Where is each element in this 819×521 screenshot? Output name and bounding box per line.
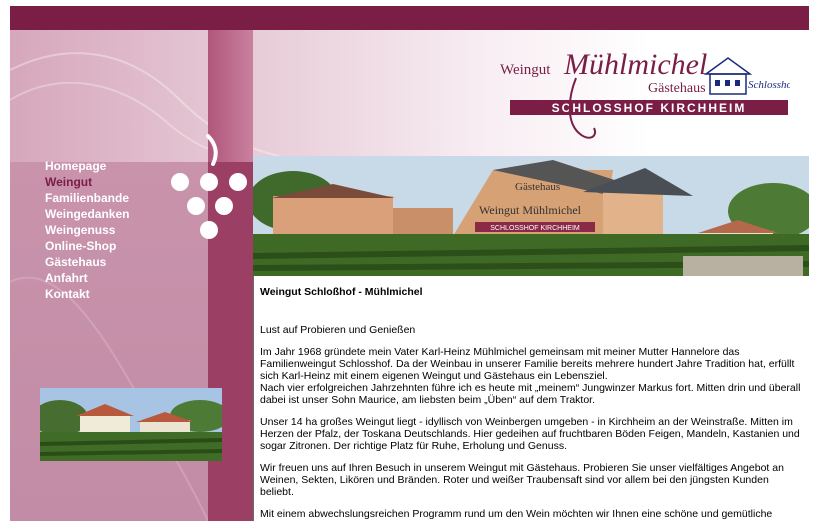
grape-icon (171, 134, 247, 239)
content-paragraph: Nach vier erfolgreichen Jahrzehnten führ… (260, 382, 801, 406)
content-paragraph: Unser 14 ha großes Weingut liegt - idyll… (260, 416, 800, 452)
nav-item-homepage[interactable]: Homepage (45, 158, 129, 174)
banner-sign-schlosshof: SCHLOSSHOF KIRCHHEIM (490, 225, 580, 232)
logo-name-text: Mühlmichel (563, 48, 707, 81)
brand-logo[interactable]: Weingut Mühlmichel Gästehaus Schlosshof … (498, 38, 790, 144)
top-bar (10, 6, 809, 30)
page-frame: Homepage Weingut Familienbande Weingedan… (10, 6, 809, 521)
nav-item-weingenuss[interactable]: Weingenuss (45, 222, 129, 238)
decorative-swirl (10, 52, 310, 162)
logo-weingut-text: Weingut (500, 62, 551, 78)
logo-banner-text: SCHLOSSHOF KIRCHHEIM (552, 101, 747, 115)
logo-gaestehaus-text: Gästehaus (648, 81, 706, 96)
banner-sign-weingut: Weingut Mühlmichel (479, 203, 582, 217)
page-title: Weingut Schloßhof - Mühlmichel (260, 286, 423, 298)
house-icon (703, 57, 753, 95)
content-paragraph: Im Jahr 1968 gründete mein Vater Karl-He… (260, 346, 795, 382)
nav-item-online-shop[interactable]: Online-Shop (45, 238, 129, 254)
main-navigation: Homepage Weingut Familienbande Weingedan… (45, 158, 129, 302)
winery-banner-photo: Gästehaus Weingut Mühlmichel SCHLOSSHOF … (253, 156, 809, 276)
content-subtitle: Lust auf Probieren und Genießen (260, 324, 416, 336)
content-paragraph: Mit einem abwechslungsreichen Programm r… (260, 508, 773, 520)
vineyard-house-photo (40, 388, 222, 461)
nav-item-kontakt[interactable]: Kontakt (45, 286, 129, 302)
logo-schlosshof-script: Schlosshof (748, 79, 790, 91)
nav-item-anfahrt[interactable]: Anfahrt (45, 270, 129, 286)
nav-item-gaestehaus[interactable]: Gästehaus (45, 254, 129, 270)
banner-sign-gaestehaus: Gästehaus (515, 181, 560, 193)
main-content: Weingut Schloßhof - Mühlmichel Lust auf … (253, 276, 809, 521)
nav-item-familienbande[interactable]: Familienbande (45, 190, 129, 206)
nav-item-weingedanken[interactable]: Weingedanken (45, 206, 129, 222)
nav-item-weingut[interactable]: Weingut (45, 174, 129, 190)
content-paragraph: Wir freuen uns auf Ihren Besuch in unser… (260, 462, 784, 498)
